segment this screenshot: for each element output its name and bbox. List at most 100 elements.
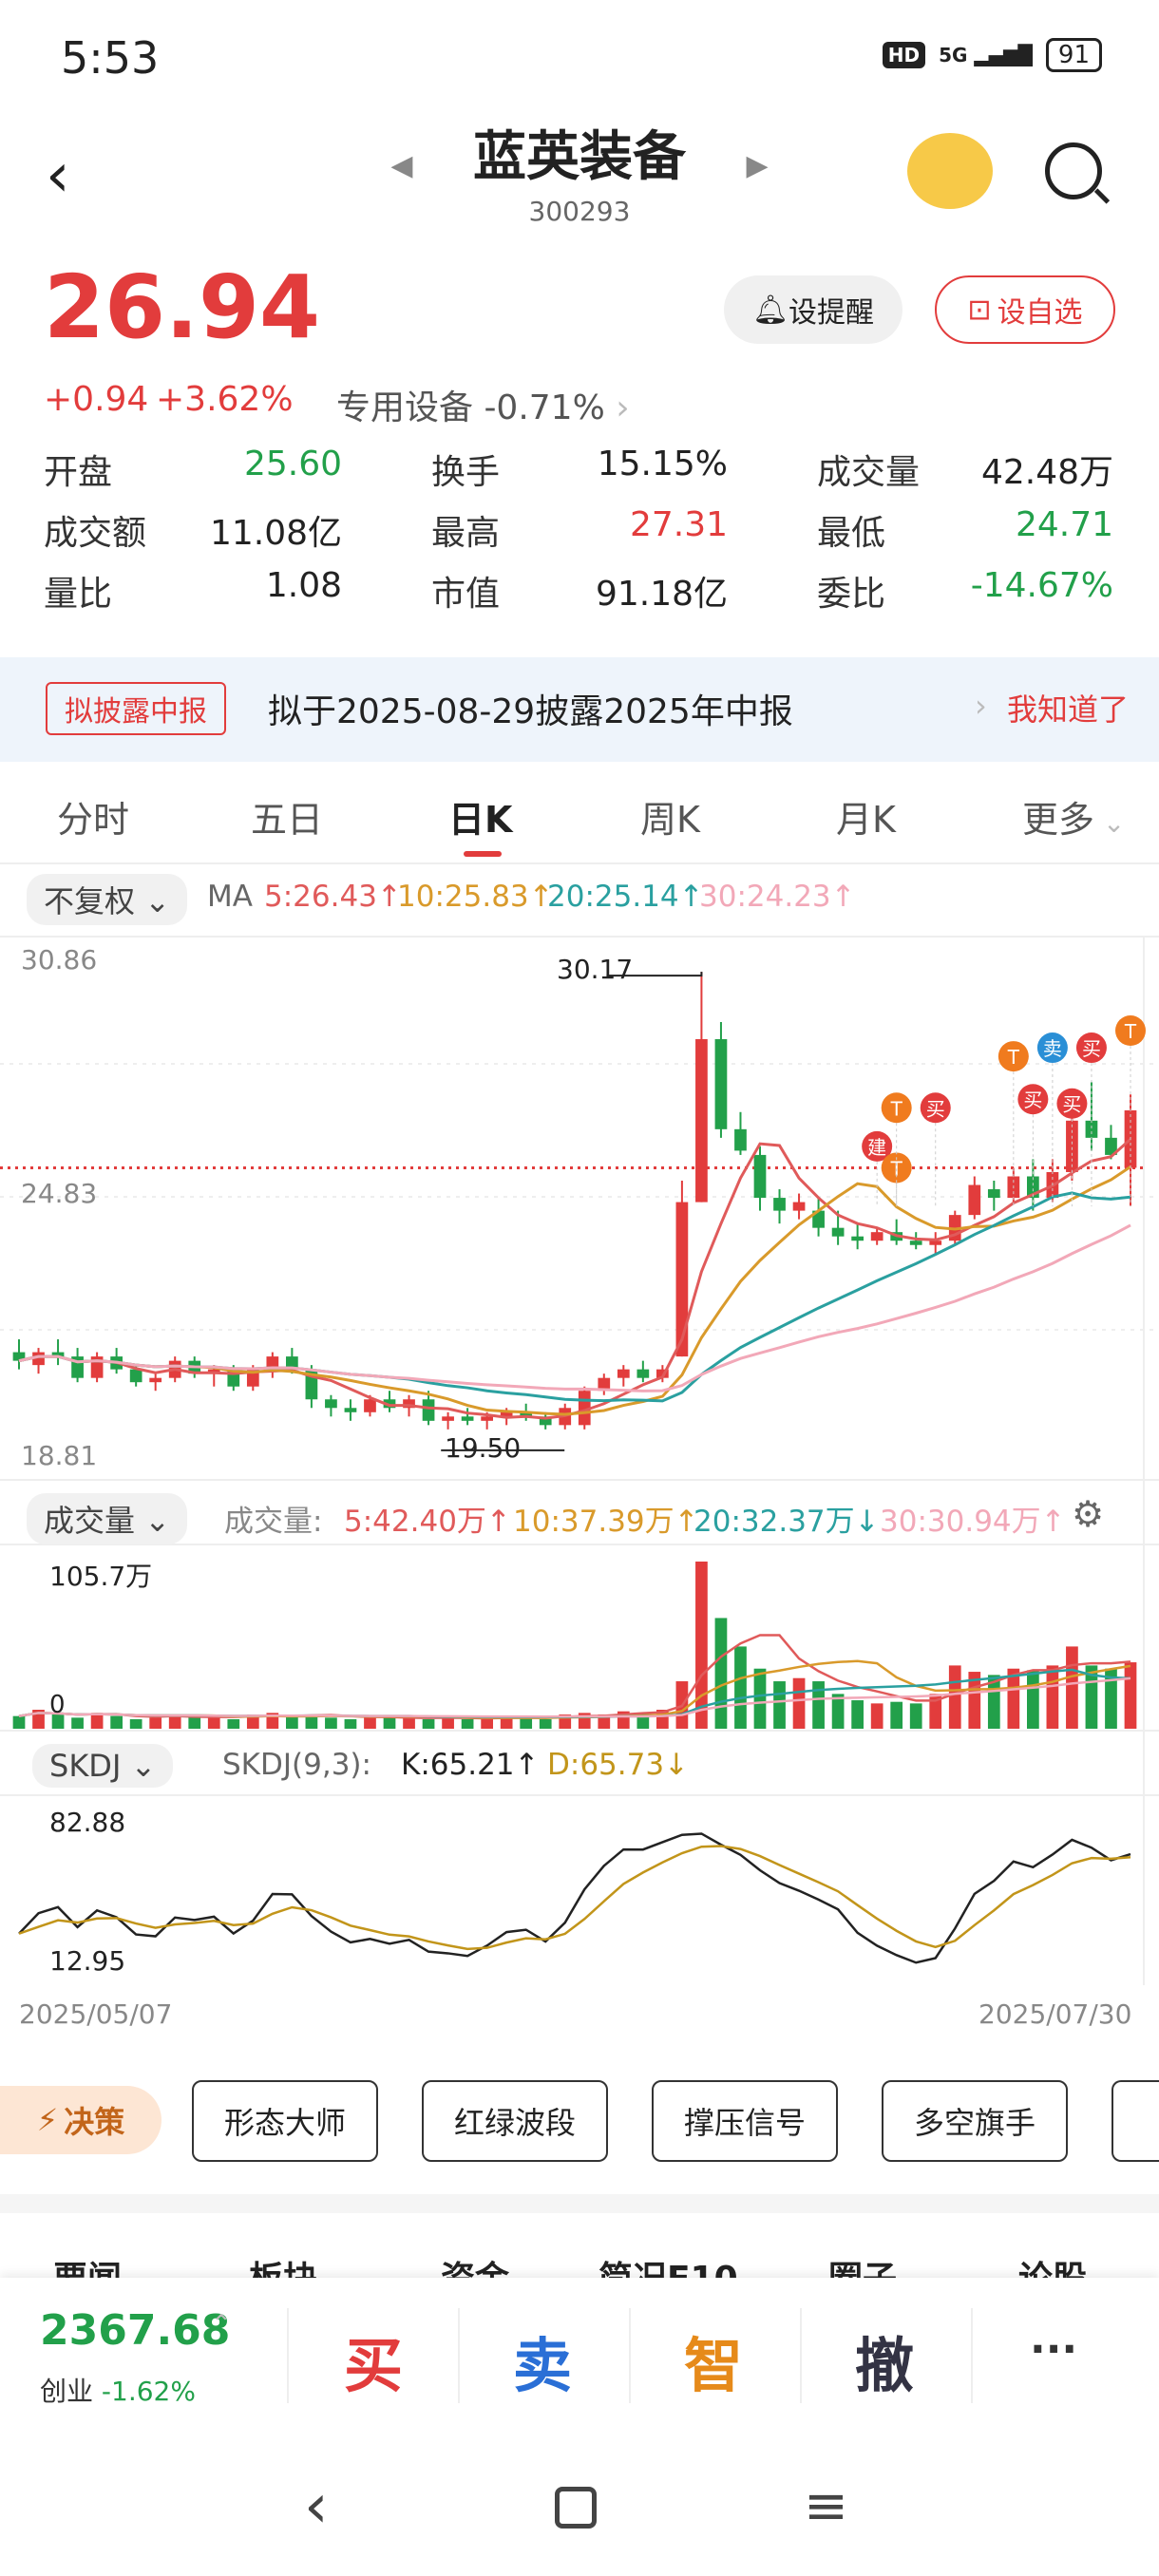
chevron-down-icon: ⌄ [1094,807,1126,839]
volume-bar [364,1717,376,1729]
next-stock-icon[interactable]: ▶ [747,149,769,182]
signal-label: 建 [867,1136,886,1159]
stat-value: -14.67% [970,566,1113,605]
tool-red-green-band[interactable]: 红绿波段 [422,2080,608,2162]
tab-more[interactable]: 更多 ⌄ [1022,790,1125,843]
volume-ma10-line [18,1659,1131,1719]
date-start: 2025/05/07 [19,1998,173,2030]
ma-label: MA [207,880,253,914]
smart-button[interactable]: 智 [684,2318,743,2403]
more-button[interactable]: ··· [1030,2325,1077,2374]
candle-body [753,1154,767,1199]
skdj-top-label: 82.88 [49,1807,126,1838]
vol30-value: 30:30.94万↑ [880,1505,1066,1539]
volume-zero-label: 0 [49,1691,66,1719]
divider [971,2308,973,2403]
tool-bull-bear[interactable]: 多空旗手 [882,2080,1068,2162]
stat-value: 27.31 [629,505,728,544]
volume-bar [1124,1662,1137,1729]
cancel-order-button[interactable]: 撤 [855,2318,914,2403]
volume-bar [344,1719,357,1729]
adjust-selector[interactable]: 不复权 ⌄ [27,874,187,925]
tab-five-day[interactable]: 五日 [251,790,323,843]
search-icon[interactable] [1045,142,1102,199]
divider [800,2308,802,2403]
ma30-line [18,1223,1131,1392]
buy-button[interactable]: 买 [344,2318,403,2403]
signal-label: 买 [1023,1089,1042,1111]
price-axis-bottom: 18.81 [21,1440,98,1471]
stat-value: 1.08 [265,566,342,605]
bell-icon: 🔔︎ [751,293,789,327]
tab-monthly-k[interactable]: 月K [836,790,896,843]
skdj-label: SKDJ(9,3): [222,1748,371,1782]
signal-label: 卖 [1043,1037,1062,1060]
decision-button[interactable]: ⚡ 决策 [0,2086,162,2154]
notice-text: 拟于2025-08-29披露2025年中报 [268,692,793,731]
index-value[interactable]: 2367.68 [40,2306,230,2355]
volume-bar [539,1719,552,1729]
nav-menu-icon[interactable]: ≡ [804,2475,848,2537]
divider [458,2308,460,2403]
set-alert-button[interactable]: 🔔︎ 设提醒 [724,275,902,344]
stat-value: 25.60 [243,445,342,483]
price-axis-top: 30.86 [21,944,98,975]
add-watchlist-button[interactable]: ⊡ 设自选 [935,275,1115,344]
kline-chart[interactable]: 建TT 买买买T 卖买T [0,931,1159,2052]
tab-intraday[interactable]: 分时 [57,790,129,843]
tab-weekly-k[interactable]: 周K [640,790,700,843]
candle-body [987,1189,1000,1199]
stat-label: 市值 [431,575,501,614]
stat-label: 换手 [431,453,501,492]
notice-tag: 拟披露中报 [46,682,226,735]
dots-icon: ⊡ [967,293,992,327]
candle-body [909,1241,922,1245]
candle-body [325,1399,337,1409]
high-annotation: 30.17 [557,954,634,985]
volume-bar [442,1717,454,1729]
signal-label: T [890,1097,903,1120]
prev-stock-icon[interactable]: ◀ [390,149,412,182]
notice-dismiss-button[interactable]: 我知道了 [1007,686,1129,729]
tool-more[interactable] [1112,2080,1159,2162]
volume-bar [12,1715,26,1729]
volume-bar [773,1681,786,1729]
tab-daily-k[interactable]: 日K [448,790,512,843]
sector-link[interactable]: 专用设备 -0.71% › [336,380,630,429]
candle-body [714,1039,728,1129]
ma20-value: 20:25.14↑ [547,880,704,914]
candle-body [831,1227,845,1237]
nav-home-icon[interactable] [555,2487,597,2529]
status-icons: HD 5G ▂▄▆█ 91 [882,38,1102,72]
current-price: 26.94 [44,256,321,358]
volume-bar [734,1646,747,1729]
mascot-icon[interactable] [907,133,993,209]
volume-bar [149,1717,162,1729]
decision-icon: ⚡ [36,2102,59,2138]
skdj-selector[interactable]: SKDJ ⌄ [32,1744,174,1788]
signal-label: 买 [926,1097,945,1120]
chevron-up-icon[interactable]: ⌃ [211,2310,232,2339]
low-annotation: 19.50 [445,1432,522,1464]
tool-pattern-master[interactable]: 形态大师 [192,2080,378,2162]
battery-icon: 91 [1045,38,1102,72]
stat-label: 量比 [44,575,113,614]
sell-button[interactable]: 卖 [513,2318,572,2403]
volume-label: 成交量: [224,1505,323,1539]
stat-label: 成交额 [44,514,147,553]
ma5-value: 5:26.43↑ [264,880,402,914]
tool-support-resistance[interactable]: 撑压信号 [652,2080,838,2162]
price-change: +0.94 [44,380,149,419]
settings-icon[interactable]: ⚙ [1072,1493,1104,1535]
stat-value: 11.08亿 [209,514,342,553]
candle-body [481,1416,493,1421]
signal-icon: 5G ▂▄▆█ [939,44,1033,66]
indicator-selector[interactable]: 成交量 ⌄ [27,1493,187,1544]
ma30-value: 30:24.23↑ [699,880,856,914]
volume-bar [753,1668,767,1729]
price-change-pct: +3.62% [156,380,294,419]
price-axis-mid: 24.83 [21,1178,98,1209]
volume-bar [286,1715,298,1729]
nav-back-icon[interactable]: ‹ [304,2472,329,2542]
candle-body [129,1369,142,1383]
